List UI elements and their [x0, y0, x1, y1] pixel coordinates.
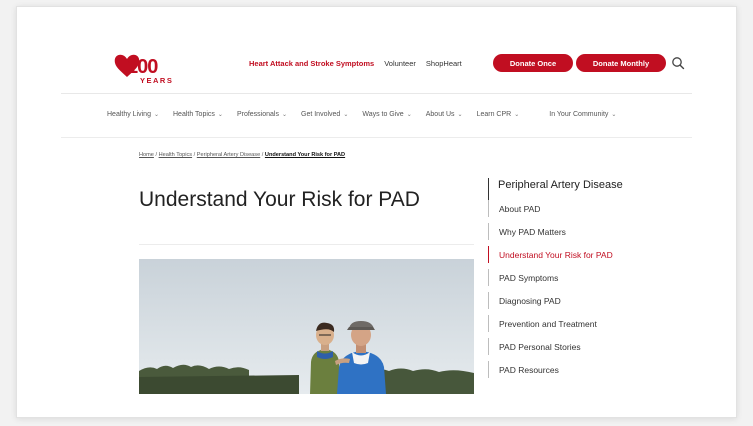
donate-monthly-button[interactable]: Donate Monthly	[576, 54, 666, 72]
sidebar-item-pad-resources[interactable]: PAD Resources	[488, 361, 559, 378]
chevron-down-icon: ⌄	[281, 112, 287, 118]
chevron-down-icon: ⌄	[457, 112, 463, 118]
sidebar-item-prevention-treatment[interactable]: Prevention and Treatment	[488, 315, 597, 332]
chevron-down-icon: ⌄	[611, 112, 617, 118]
nav-label: In Your Community	[549, 111, 609, 118]
sidebar-item-understand-risk[interactable]: Understand Your Risk for PAD	[488, 246, 613, 263]
main-nav: Healthy Living ⌄ Health Topics ⌄ Professio…	[107, 111, 630, 118]
breadcrumb-health-topics[interactable]: Health Topics	[159, 152, 192, 158]
nav-label: Get Involved	[301, 111, 341, 118]
page-title: Understand Your Risk for PAD	[139, 188, 420, 211]
chevron-down-icon: ⌄	[153, 112, 159, 118]
sidebar-item-why-pad-matters[interactable]: Why PAD Matters	[488, 223, 566, 240]
volunteer-link[interactable]: Volunteer	[384, 59, 416, 68]
nav-learn-cpr[interactable]: Learn CPR ⌄	[477, 111, 520, 118]
utility-nav: Heart Attack and Stroke Symptoms Volunte…	[249, 54, 462, 72]
header-divider	[61, 93, 692, 94]
sidebar-item-about-pad[interactable]: About PAD	[488, 200, 540, 217]
chevron-down-icon: ⌄	[406, 112, 412, 118]
breadcrumb-current[interactable]: Understand Your Risk for PAD	[265, 152, 345, 158]
nav-label: Professionals	[236, 111, 279, 118]
donate-once-button[interactable]: Donate Once	[493, 54, 573, 72]
nav-label: Health Topics	[173, 111, 215, 118]
sidebar-heading[interactable]: Peripheral Artery Disease	[498, 179, 623, 191]
nav-divider	[61, 137, 692, 138]
breadcrumb-separator: /	[193, 152, 196, 158]
breadcrumb-home[interactable]: Home	[139, 152, 154, 158]
nav-professionals[interactable]: Professionals ⌄	[237, 111, 287, 118]
search-icon[interactable]	[671, 56, 685, 70]
title-divider	[139, 244, 474, 245]
browser-page: 100 YEARS Heart Attack and Stroke Sympto…	[16, 6, 737, 418]
sidebar-item-personal-stories[interactable]: PAD Personal Stories	[488, 338, 581, 355]
nav-in-your-community[interactable]: In Your Community ⌄	[549, 111, 616, 118]
nav-healthy-living[interactable]: Healthy Living ⌄	[107, 111, 159, 118]
nav-label: Healthy Living	[107, 111, 151, 118]
nav-about-us[interactable]: About Us ⌄	[426, 111, 463, 118]
shopheart-link[interactable]: ShopHeart	[426, 59, 462, 68]
breadcrumb-separator: /	[261, 152, 264, 158]
chevron-down-icon: ⌄	[514, 112, 520, 118]
sidebar-item-pad-symptoms[interactable]: PAD Symptoms	[488, 269, 558, 286]
hero-image	[139, 259, 474, 394]
nav-label: Ways to Give	[362, 111, 404, 118]
nav-label: About Us	[425, 111, 455, 118]
breadcrumb: Home / Health Topics / Peripheral Artery…	[139, 152, 345, 158]
chevron-down-icon: ⌄	[217, 112, 223, 118]
breadcrumb-separator: /	[155, 152, 158, 158]
logo-number: 100	[127, 56, 158, 78]
logo-years: YEARS	[140, 76, 173, 85]
breadcrumb-pad[interactable]: Peripheral Artery Disease	[197, 152, 260, 158]
heart-attack-stroke-link[interactable]: Heart Attack and Stroke Symptoms	[249, 59, 374, 68]
aha-100-years-logo[interactable]: 100 YEARS	[113, 51, 175, 85]
nav-label: Learn CPR	[476, 111, 512, 118]
chevron-down-icon: ⌄	[343, 112, 349, 118]
nav-get-involved[interactable]: Get Involved ⌄	[301, 111, 348, 118]
nav-ways-to-give[interactable]: Ways to Give ⌄	[362, 111, 411, 118]
sidebar-item-diagnosing-pad[interactable]: Diagnosing PAD	[488, 292, 561, 309]
sidebar-heading-accent	[488, 178, 489, 200]
nav-health-topics[interactable]: Health Topics ⌄	[173, 111, 223, 118]
